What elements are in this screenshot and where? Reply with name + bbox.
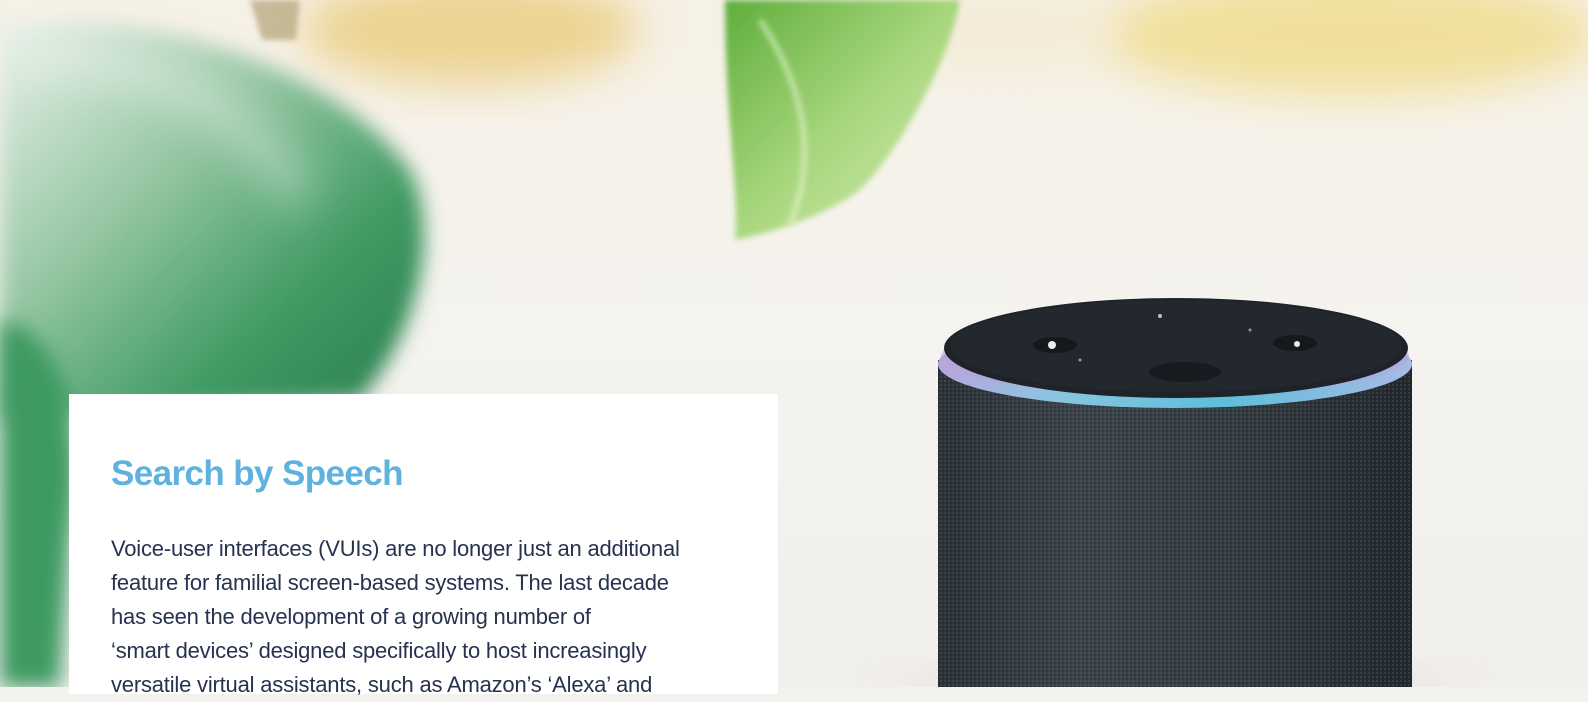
smart-speaker	[898, 298, 1452, 687]
body-line: versatile virtual assistants, such as Am…	[111, 672, 653, 697]
body-line: Voice-user interfaces (VUIs) are no long…	[111, 536, 680, 561]
body-line: has seen the development of a growing nu…	[111, 604, 591, 629]
article-body: Voice-user interfaces (VUIs) are no long…	[111, 532, 736, 702]
body-line: feature for familial screen-based system…	[111, 570, 669, 595]
body-line: ‘smart devices’ designed specifically to…	[111, 638, 647, 663]
article-heading: Search by Speech	[111, 454, 404, 493]
article-card: Search by Speech Voice-user interfaces (…	[69, 394, 778, 697]
